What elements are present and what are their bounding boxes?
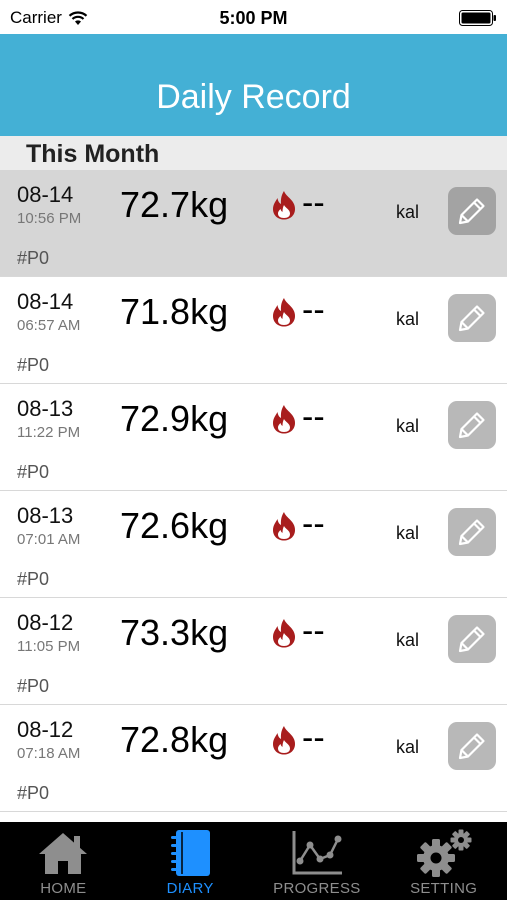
pencil-icon <box>458 198 485 225</box>
record-time: 06:57 AM <box>17 317 81 334</box>
record-tag: #P0 <box>17 676 50 696</box>
record-date: 08-12 <box>17 717 74 742</box>
tab-progress[interactable]: PROGRESS <box>254 822 381 900</box>
record-tag: #P0 <box>17 569 50 589</box>
record-row[interactable]: 08-13 07:01 AM 72.6kg -- kal #P0 <box>0 491 507 598</box>
record-weight: 71.8kg <box>120 291 229 332</box>
pencil-icon <box>458 412 485 439</box>
record-time: 10:56 PM <box>17 210 82 227</box>
record-time: 11:22 PM <box>17 424 81 441</box>
record-date: 08-13 <box>17 503 74 528</box>
calorie-unit: kal <box>396 630 420 650</box>
section-title: This Month <box>26 140 160 168</box>
tab-label: DIARY <box>166 880 214 897</box>
record-calories: -- <box>302 612 325 650</box>
record-date: 08-12 <box>17 610 74 635</box>
record-weight: 72.7kg <box>120 184 229 225</box>
record-tag: #P0 <box>17 248 50 268</box>
record-row[interactable]: 08-14 06:57 AM 71.8kg -- kal #P0 <box>0 277 507 384</box>
calorie-unit: kal <box>396 523 420 543</box>
tab-label: HOME <box>40 880 87 897</box>
record-calories: -- <box>302 398 325 436</box>
header-bar: Daily Record <box>0 34 507 136</box>
edit-button[interactable] <box>448 294 496 342</box>
record-weight: 72.8kg <box>120 719 229 760</box>
record-row[interactable]: 08-12 11:05 PM 73.3kg -- kal #P0 <box>0 598 507 705</box>
record-weight: 73.3kg <box>120 612 229 653</box>
status-bar: Carrier 5:00 PM <box>0 0 507 34</box>
record-weight: 72.6kg <box>120 505 229 546</box>
tab-diary[interactable]: DIARY <box>127 822 254 900</box>
record-date: 08-14 <box>17 289 74 314</box>
calorie-unit: kal <box>396 737 420 757</box>
tab-home[interactable]: HOME <box>0 822 127 900</box>
record-date: 08-13 <box>17 396 74 421</box>
flame-icon <box>273 512 295 541</box>
app-screen: Carrier 5:00 PM Daily Record This Month … <box>0 0 507 900</box>
record-tag: #P0 <box>17 462 50 482</box>
edit-button[interactable] <box>448 615 496 663</box>
record-row[interactable]: 08-12 07:18 AM 72.8kg -- kal #P0 <box>0 705 507 812</box>
section-header: This Month <box>0 136 507 170</box>
tab-setting[interactable]: SETTING <box>380 822 507 900</box>
page-title: Daily Record <box>156 78 351 116</box>
edit-button[interactable] <box>448 401 496 449</box>
flame-icon <box>273 405 295 434</box>
flame-icon <box>273 619 295 648</box>
record-time: 07:18 AM <box>17 745 81 762</box>
tab-label: PROGRESS <box>273 880 361 897</box>
carrier-indicator: Carrier <box>10 8 88 28</box>
record-weight: 72.9kg <box>120 398 229 439</box>
home-icon <box>39 833 88 874</box>
gear-icon <box>416 829 472 877</box>
record-row[interactable]: 08-14 10:56 PM 72.7kg -- kal #P0 <box>0 170 507 277</box>
flame-icon <box>273 726 295 755</box>
calorie-unit: kal <box>396 309 420 329</box>
carrier-label: Carrier <box>10 8 62 27</box>
pencil-icon <box>458 733 485 760</box>
record-list[interactable]: 08-14 10:56 PM 72.7kg -- kal #P0 08-14 0… <box>0 170 507 822</box>
pencil-icon <box>458 519 485 546</box>
pencil-icon <box>458 305 485 332</box>
record-time: 11:05 PM <box>17 638 81 655</box>
progress-chart-icon <box>292 831 342 875</box>
edit-button[interactable] <box>448 187 496 235</box>
record-calories: -- <box>302 184 325 222</box>
tab-bar: HOME DIARY PROGRESS SETTING <box>0 822 507 900</box>
calorie-unit: kal <box>396 202 420 222</box>
record-row[interactable]: 08-13 11:22 PM 72.9kg -- kal #P0 <box>0 384 507 491</box>
tab-label: SETTING <box>410 880 478 897</box>
record-tag: #P0 <box>17 355 50 375</box>
record-calories: -- <box>302 505 325 543</box>
edit-button[interactable] <box>448 508 496 556</box>
edit-button[interactable] <box>448 722 496 770</box>
record-date: 08-14 <box>17 182 74 207</box>
record-calories: -- <box>302 719 325 757</box>
record-time: 07:01 AM <box>17 531 81 548</box>
record-calories: -- <box>302 291 325 329</box>
wifi-icon <box>68 11 88 25</box>
calorie-unit: kal <box>396 416 420 436</box>
pencil-icon <box>458 626 485 653</box>
diary-icon <box>171 830 211 876</box>
record-tag: #P0 <box>17 783 50 803</box>
battery-icon <box>459 10 496 26</box>
flame-icon <box>273 191 295 220</box>
flame-icon <box>273 298 295 327</box>
